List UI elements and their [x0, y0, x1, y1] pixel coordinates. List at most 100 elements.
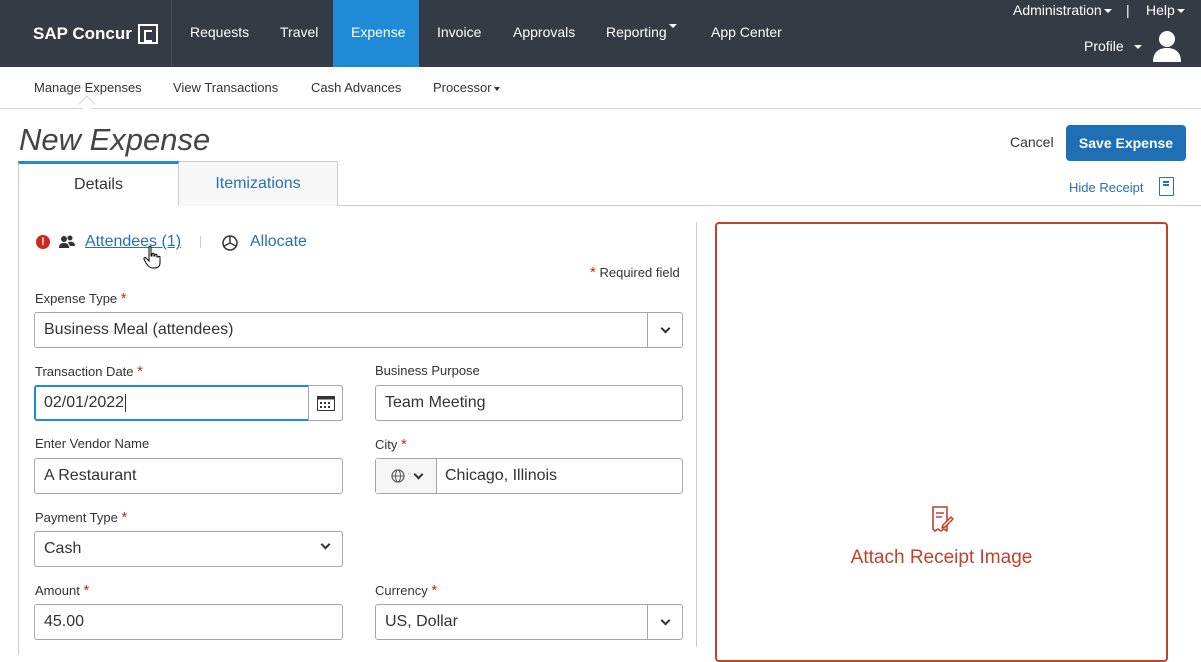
currency-select[interactable]: US, Dollar [375, 604, 683, 640]
attach-receipt-area[interactable] [715, 222, 1168, 662]
administration-menu[interactable]: Administration [1013, 2, 1112, 18]
sub-nav-bar: Manage Expenses View Transactions Cash A… [0, 67, 1201, 109]
caret-down-icon [1103, 9, 1112, 14]
receipt-icon[interactable] [1159, 177, 1174, 196]
expense-type-dropdown-button[interactable] [647, 313, 682, 347]
nav-travel-label: Travel [280, 24, 319, 40]
required-star: * [83, 582, 90, 599]
chevron-down-icon [660, 615, 670, 625]
amount-value: 45.00 [44, 613, 85, 630]
vendor-name-input[interactable]: A Restaurant [34, 458, 343, 494]
city-label-text: City [375, 437, 398, 452]
transaction-date-value: 02/01/2022 [44, 394, 125, 411]
top-nav-bar: SAP Concur Requests Travel Expense Invoi… [0, 0, 1201, 67]
hand-cursor-icon [143, 245, 161, 269]
required-star: * [431, 582, 438, 599]
transaction-date-label-text: Transaction Date [35, 364, 134, 379]
page-title: New Expense [19, 122, 211, 157]
required-note-text: Required field [599, 265, 680, 280]
city-value: Chicago, Illinois [445, 467, 558, 484]
nav-expense-label: Expense [351, 24, 406, 40]
business-purpose-input[interactable]: Team Meeting [375, 385, 683, 421]
amount-label: Amount * [35, 582, 89, 599]
amount-input[interactable]: 45.00 [34, 604, 343, 640]
allocate-link[interactable]: Allocate [250, 233, 307, 251]
payment-type-select[interactable]: Cash [34, 531, 343, 567]
caret-down-icon [668, 24, 677, 28]
subnav-processor-label: Processor [433, 80, 492, 95]
vendor-name-value: A Restaurant [44, 467, 137, 484]
panel-divider [696, 222, 697, 647]
required-star: * [137, 363, 143, 380]
attendees-link[interactable]: Attendees (1) [85, 233, 181, 251]
attendees-icon [59, 235, 75, 248]
city-location-dropdown[interactable] [376, 459, 437, 493]
required-field-note: * Required field [590, 264, 680, 281]
expense-type-select[interactable]: Business Meal (attendees) [34, 312, 683, 348]
chevron-down-icon [660, 323, 670, 333]
help-label: Help [1146, 2, 1175, 18]
calendar-button[interactable] [308, 385, 343, 421]
caret-down-icon [493, 86, 500, 91]
concur-logo-icon [137, 23, 158, 44]
currency-label-text: Currency [375, 583, 428, 598]
nav-travel[interactable]: Travel [262, 0, 333, 67]
globe-icon [390, 469, 405, 483]
business-purpose-value: Team Meeting [385, 394, 486, 411]
subnav-cash-advances[interactable]: Cash Advances [311, 80, 401, 95]
currency-label: Currency * [375, 582, 437, 599]
profile-menu[interactable]: Profile [1084, 38, 1142, 54]
avatar-icon[interactable] [1152, 29, 1182, 62]
business-purpose-label: Business Purpose [375, 363, 480, 378]
nav-reporting[interactable]: Reporting [588, 0, 693, 67]
calendar-icon [316, 396, 335, 411]
payment-type-label-text: Payment Type [35, 510, 118, 525]
tab-itemizations[interactable]: Itemizations [178, 161, 338, 206]
chevron-down-icon [413, 469, 423, 479]
attach-receipt-label[interactable]: Attach Receipt Image [715, 547, 1168, 569]
caret-down-icon [1176, 9, 1185, 14]
link-separator [200, 236, 201, 248]
sap-concur-logo[interactable]: SAP Concur [0, 0, 172, 67]
required-star: * [401, 436, 407, 453]
subnav-processor[interactable]: Processor [433, 80, 500, 95]
nav-invoice[interactable]: Invoice [419, 0, 495, 67]
transaction-date-input[interactable]: 02/01/2022 [34, 385, 343, 421]
error-icon: ! [36, 235, 50, 249]
currency-value: US, Dollar [385, 613, 458, 630]
caret-down-icon [1133, 45, 1142, 50]
help-menu[interactable]: Help [1146, 2, 1185, 18]
chevron-down-icon [320, 539, 331, 550]
city-input[interactable]: Chicago, Illinois [375, 458, 683, 494]
expense-type-label-text: Expense Type [35, 291, 118, 306]
nav-requests-label: Requests [190, 24, 250, 40]
nav-expense[interactable]: Expense [333, 0, 419, 67]
util-separator: | [1126, 2, 1130, 18]
allocate-icon [222, 235, 238, 251]
nav-app-center[interactable]: App Center [693, 0, 798, 67]
cancel-button[interactable]: Cancel [1010, 134, 1054, 150]
save-expense-button[interactable]: Save Expense [1066, 125, 1186, 161]
currency-dropdown-button[interactable] [647, 605, 682, 639]
city-label: City * [375, 436, 407, 453]
receipt-attach-icon[interactable] [930, 505, 954, 533]
hide-receipt-link[interactable]: Hide Receipt [1069, 180, 1143, 195]
transaction-date-label: Transaction Date * [35, 363, 143, 380]
required-star: * [120, 290, 127, 307]
required-star: * [121, 509, 128, 526]
subnav-manage-expenses[interactable]: Manage Expenses [34, 80, 142, 95]
required-star: * [590, 264, 596, 281]
expense-type-label: Expense Type * [35, 290, 127, 307]
subnav-view-transactions[interactable]: View Transactions [173, 80, 278, 95]
nav-app-center-label: App Center [711, 24, 782, 40]
profile-label: Profile [1084, 38, 1124, 54]
tab-details[interactable]: Details [18, 161, 179, 206]
text-cursor [125, 394, 127, 412]
nav-invoice-label: Invoice [437, 24, 482, 40]
amount-label-text: Amount [35, 583, 80, 598]
vendor-name-label: Enter Vendor Name [35, 436, 150, 451]
payment-type-label: Payment Type * [35, 509, 127, 526]
payment-type-dropdown-button[interactable] [320, 539, 331, 550]
nav-requests[interactable]: Requests [172, 0, 262, 67]
nav-approvals[interactable]: Approvals [495, 0, 588, 67]
